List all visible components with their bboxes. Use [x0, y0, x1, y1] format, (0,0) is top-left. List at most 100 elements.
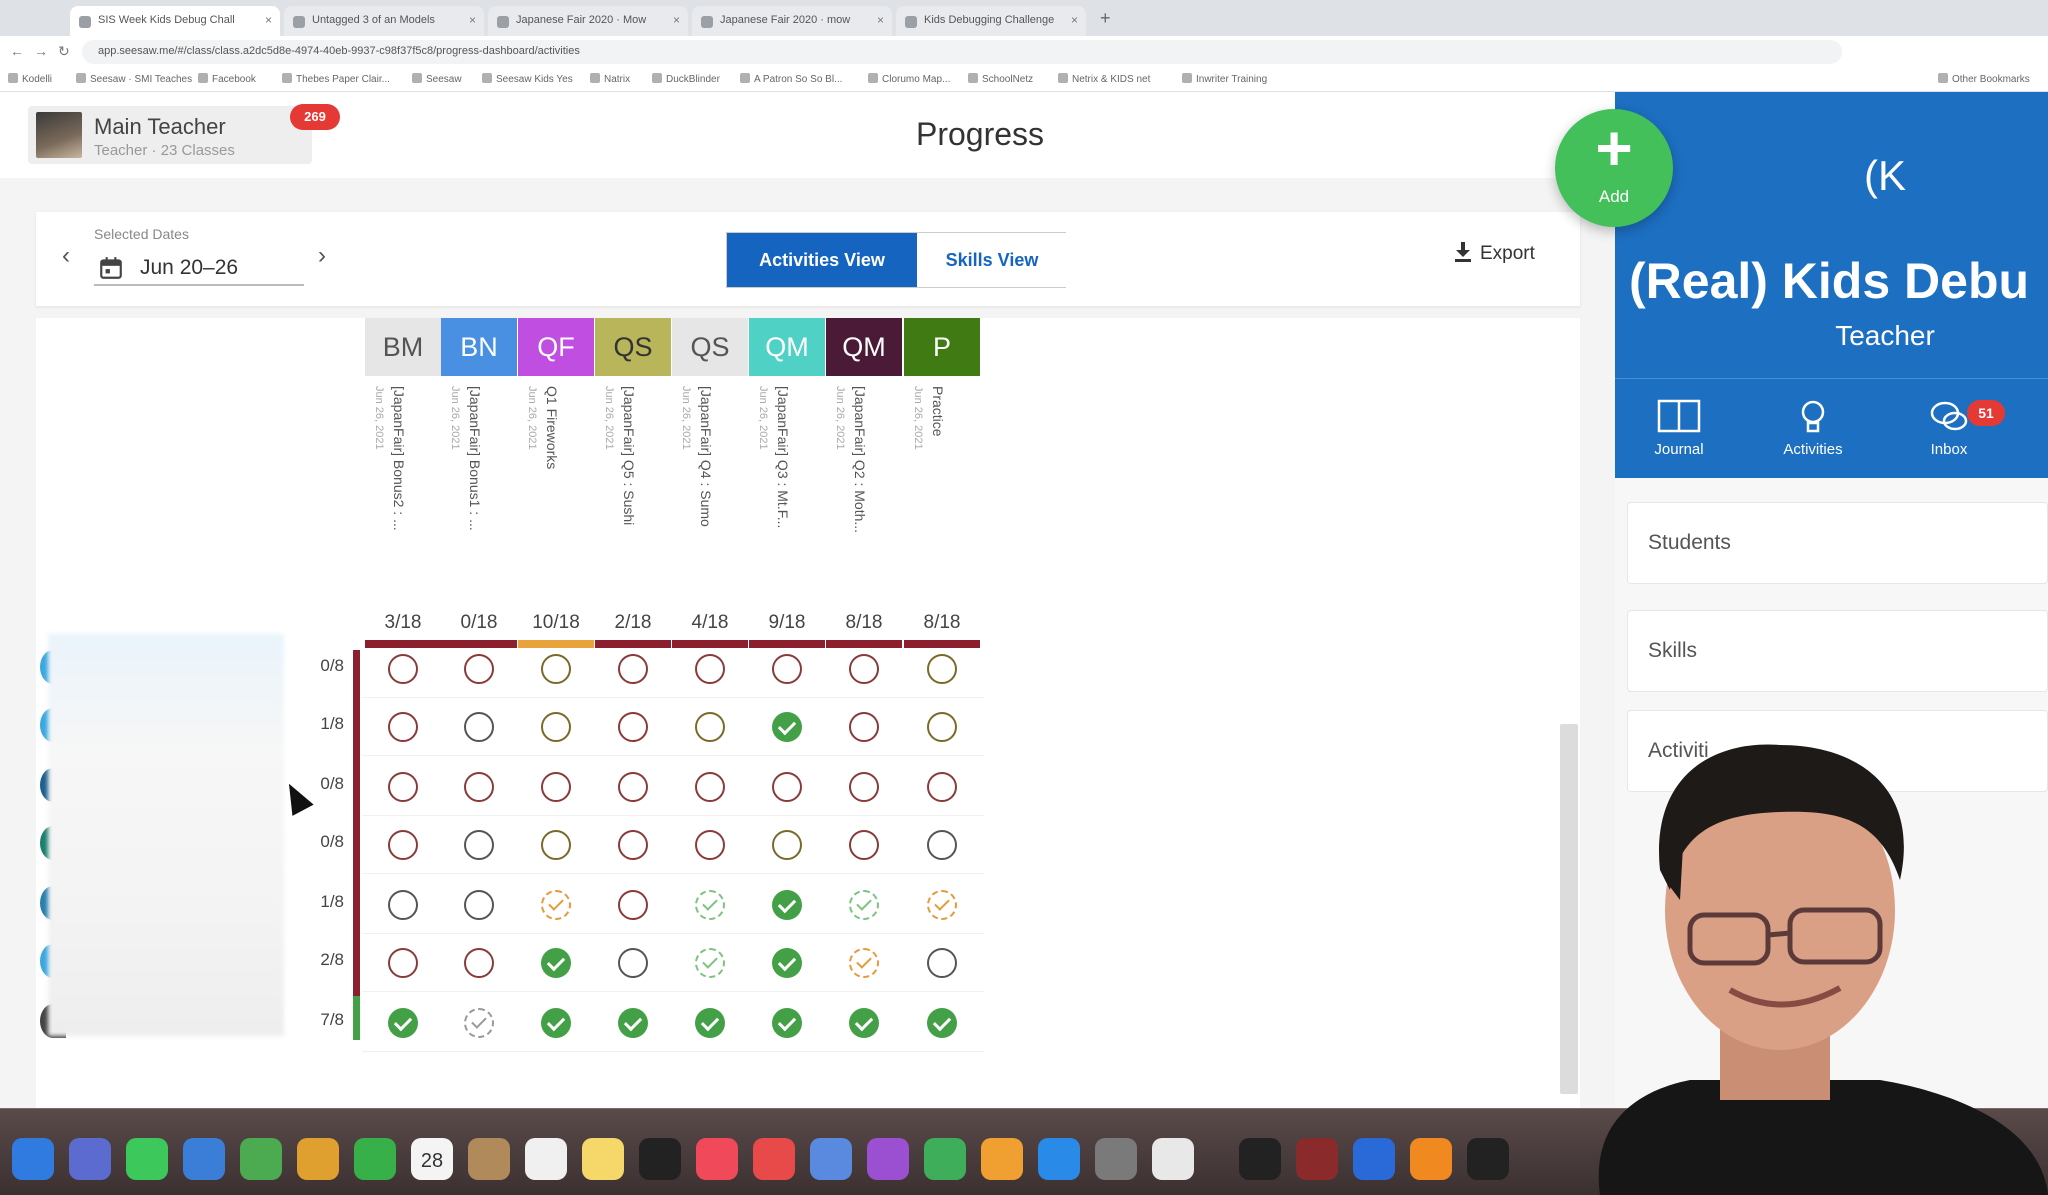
activity-title[interactable]: Jun 26, 2021 [JapanFair] Bonus2 : ...	[365, 386, 441, 608]
activity-code-header[interactable]: P	[904, 318, 980, 376]
bookmark-item[interactable]: Facebook	[198, 73, 256, 85]
date-range-picker[interactable]: Jun 20–26	[94, 246, 304, 286]
nav-activities[interactable]: Activities	[1763, 389, 1863, 458]
progress-cell[interactable]	[388, 654, 418, 684]
progress-cell[interactable]	[541, 948, 571, 978]
music-icon[interactable]	[696, 1138, 738, 1180]
progress-cell[interactable]	[849, 830, 879, 860]
activity-code-header[interactable]: BM	[365, 318, 441, 376]
progress-cell[interactable]	[618, 830, 648, 860]
progress-cell[interactable]	[772, 712, 802, 742]
activity-code-header[interactable]: QS	[595, 318, 671, 376]
progress-cell[interactable]	[772, 772, 802, 802]
skills-view-button[interactable]: Skills View	[917, 233, 1067, 287]
progress-cell[interactable]	[541, 772, 571, 802]
progress-cell[interactable]	[849, 712, 879, 742]
nav-journal[interactable]: Journal	[1629, 389, 1729, 458]
activity-code-header[interactable]: QM	[826, 318, 902, 376]
progress-cell[interactable]	[849, 654, 879, 684]
progress-cell[interactable]	[695, 1008, 725, 1038]
progress-cell[interactable]	[464, 948, 494, 978]
progress-cell[interactable]	[772, 830, 802, 860]
bookmark-item[interactable]: DuckBlinder	[652, 73, 720, 85]
bookmark-item[interactable]: Kodelli	[8, 73, 52, 85]
progress-cell[interactable]	[541, 654, 571, 684]
progress-cell[interactable]	[464, 712, 494, 742]
notes-icon[interactable]	[582, 1138, 624, 1180]
progress-cell[interactable]	[541, 890, 571, 920]
back-arrow-icon[interactable]: ←	[10, 43, 24, 59]
browser-tab[interactable]: Kids Debugging Challenge ×	[896, 6, 1086, 36]
reload-icon[interactable]: ↻	[58, 43, 70, 60]
new-tab-button[interactable]: +	[1100, 8, 1111, 29]
close-icon[interactable]: ×	[673, 13, 680, 27]
activity-title[interactable]: Jun 26, 2021 [JapanFair] Q4 : Sumo	[672, 386, 748, 608]
progress-cell[interactable]	[388, 1008, 418, 1038]
bookmark-item[interactable]: Inwriter Training	[1182, 73, 1267, 85]
progress-cell[interactable]	[695, 948, 725, 978]
progress-cell[interactable]	[849, 772, 879, 802]
keynote-icon[interactable]	[810, 1138, 852, 1180]
progress-cell[interactable]	[541, 712, 571, 742]
progress-cell[interactable]	[849, 948, 879, 978]
system-preferences-icon[interactable]	[1095, 1138, 1137, 1180]
progress-cell[interactable]	[695, 654, 725, 684]
bookmark-item[interactable]: Seesaw · SMI Teaches	[76, 73, 192, 85]
tv-icon[interactable]	[639, 1138, 681, 1180]
progress-cell[interactable]	[464, 830, 494, 860]
terminal-icon[interactable]	[1467, 1138, 1509, 1180]
close-icon[interactable]: ×	[1071, 13, 1078, 27]
progress-cell[interactable]	[772, 890, 802, 920]
progress-cell[interactable]	[772, 1008, 802, 1038]
activity-code-header[interactable]: QF	[518, 318, 594, 376]
progress-cell[interactable]	[618, 772, 648, 802]
bookmark-item[interactable]: Other Bookmarks	[1938, 73, 2030, 85]
progress-cell[interactable]	[849, 890, 879, 920]
progress-cell[interactable]	[464, 1008, 494, 1038]
github-icon[interactable]	[1239, 1138, 1281, 1180]
launchpad-icon[interactable]	[69, 1138, 111, 1180]
browser-tab[interactable]: Japanese Fair 2020 · mow ×	[692, 6, 892, 36]
add-button[interactable]: + Add	[1555, 109, 1673, 227]
activity-title[interactable]: Jun 26, 2021 [JapanFair] Bonus1 : ...	[441, 386, 517, 608]
app-store-icon[interactable]	[1038, 1138, 1080, 1180]
progress-cell[interactable]	[541, 1008, 571, 1038]
close-icon[interactable]: ×	[877, 13, 884, 27]
progress-cell[interactable]	[927, 712, 957, 742]
url-field[interactable]: app.seesaw.me/#/class/class.a2dc5d8e-497…	[82, 40, 1842, 64]
progress-cell[interactable]	[618, 712, 648, 742]
notification-badge[interactable]: 269	[290, 104, 340, 130]
progress-cell[interactable]	[695, 890, 725, 920]
calendar-icon[interactable]: 28	[411, 1138, 453, 1180]
bookmark-item[interactable]: Thebes Paper Clair...	[282, 73, 390, 85]
activity-title[interactable]: Jun 26, 2021 Practice	[904, 386, 980, 608]
progress-cell[interactable]	[464, 654, 494, 684]
progress-cell[interactable]	[388, 772, 418, 802]
progress-cell[interactable]	[695, 772, 725, 802]
progress-cell[interactable]	[695, 712, 725, 742]
browser-tab[interactable]: SIS Week Kids Debug Chall ×	[70, 6, 280, 36]
progress-cell[interactable]	[618, 890, 648, 920]
bookmark-item[interactable]: A Patron So So Bl...	[740, 73, 842, 85]
news-icon[interactable]	[753, 1138, 795, 1180]
messages-icon[interactable]	[126, 1138, 168, 1180]
activities-view-button[interactable]: Activities View	[727, 233, 917, 287]
numbers-icon[interactable]	[924, 1138, 966, 1180]
photos-icon[interactable]	[297, 1138, 339, 1180]
activity-title[interactable]: Jun 26, 2021 [JapanFair] Q3 : Mt.F...	[749, 386, 825, 608]
bookmark-item[interactable]: Seesaw Kids Yes	[482, 73, 573, 85]
progress-cell[interactable]	[541, 830, 571, 860]
close-icon[interactable]: ×	[469, 13, 476, 27]
podcasts-icon[interactable]	[867, 1138, 909, 1180]
activity-title[interactable]: Jun 26, 2021 [JapanFair] Q2 : Moth...	[826, 386, 902, 608]
progress-cell[interactable]	[927, 654, 957, 684]
finder-icon[interactable]	[12, 1138, 54, 1180]
teacher-switcher[interactable]: Main Teacher Teacher · 23 Classes	[28, 106, 312, 164]
activity-code-header[interactable]: QM	[749, 318, 825, 376]
progress-cell[interactable]	[388, 948, 418, 978]
progress-cell[interactable]	[927, 772, 957, 802]
bookmark-item[interactable]: Seesaw	[412, 73, 462, 85]
progress-cell[interactable]	[927, 890, 957, 920]
export-button[interactable]: Export	[1454, 242, 1535, 272]
close-icon[interactable]: ×	[265, 13, 272, 27]
